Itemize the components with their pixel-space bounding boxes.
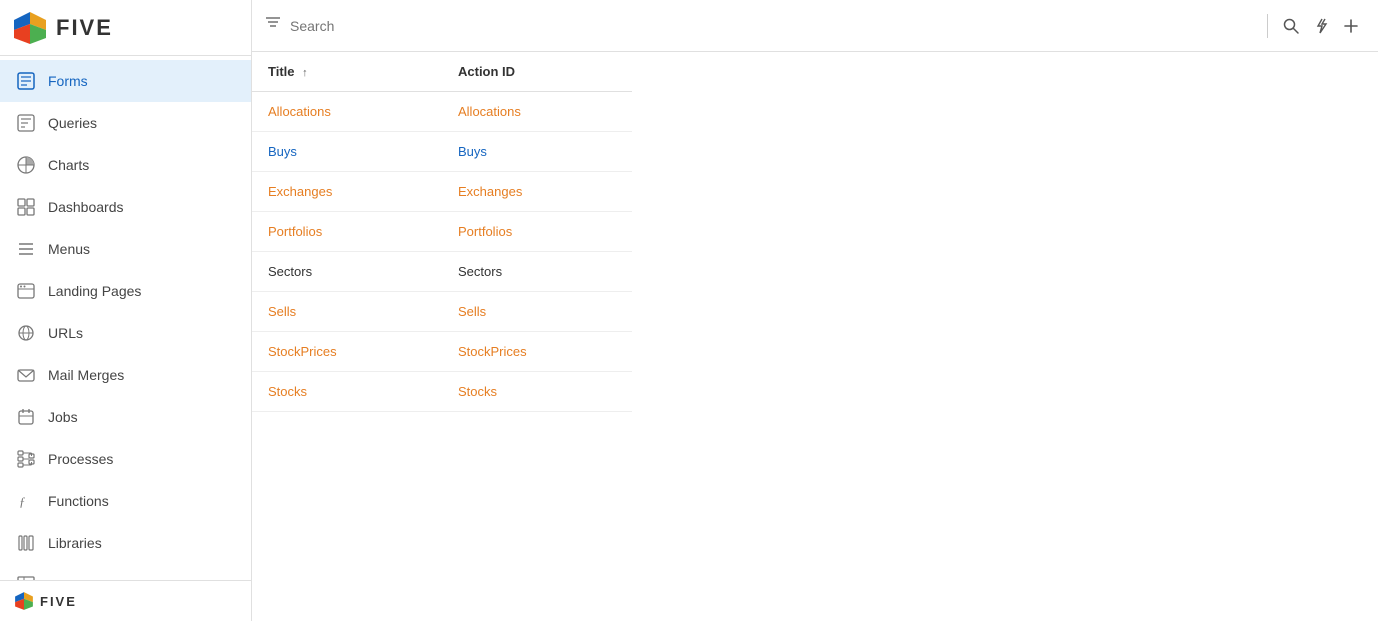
toolbar-divider: [1267, 14, 1268, 38]
sidebar-item-charts[interactable]: Charts: [0, 144, 251, 186]
sidebar-item-tables[interactable]: Tables: [0, 564, 251, 580]
queries-label: Queries: [48, 115, 97, 131]
urls-icon: [14, 321, 38, 345]
sidebar-nav: Forms Queries Charts Dashboards: [0, 56, 251, 580]
mail-merges-label: Mail Merges: [48, 367, 124, 383]
search-icon: [1282, 17, 1300, 35]
table-row[interactable]: Sells Sells: [252, 292, 632, 332]
search-button[interactable]: [1276, 13, 1306, 39]
search-input[interactable]: [290, 18, 1259, 34]
action-id-cell[interactable]: StockPrices: [458, 344, 527, 359]
logo-text: FIVE: [56, 15, 113, 41]
table-row[interactable]: Exchanges Exchanges: [252, 172, 632, 212]
forms-table-container: Title ↑ Action ID Allocations Allocation…: [252, 52, 1378, 621]
jobs-icon: [14, 405, 38, 429]
svg-text:ƒ: ƒ: [19, 494, 26, 509]
action-id-cell[interactable]: Stocks: [458, 384, 497, 399]
forms-label: Forms: [48, 73, 88, 89]
functions-label: Functions: [48, 493, 109, 509]
landing-pages-label: Landing Pages: [48, 283, 141, 299]
action-id-cell[interactable]: Portfolios: [458, 224, 512, 239]
title-cell[interactable]: Exchanges: [268, 184, 332, 199]
title-cell[interactable]: Sells: [268, 304, 296, 319]
sidebar-item-dashboards[interactable]: Dashboards: [0, 186, 251, 228]
title-cell[interactable]: Stocks: [268, 384, 307, 399]
title-cell[interactable]: Allocations: [268, 104, 331, 119]
landing-pages-icon: [14, 279, 38, 303]
add-icon: [1342, 17, 1360, 35]
queries-icon: [14, 111, 38, 135]
title-cell[interactable]: Portfolios: [268, 224, 322, 239]
action-id-cell[interactable]: Buys: [458, 144, 487, 159]
table-row[interactable]: Buys Buys: [252, 132, 632, 172]
jobs-label: Jobs: [48, 409, 78, 425]
column-header-title[interactable]: Title ↑: [252, 52, 442, 92]
forms-icon: [14, 69, 38, 93]
action-id-cell[interactable]: Sells: [458, 304, 486, 319]
logo-icon: [12, 10, 48, 46]
tables-icon: [14, 573, 38, 580]
app-logo: FIVE: [0, 0, 251, 56]
dashboards-label: Dashboards: [48, 199, 124, 215]
add-button[interactable]: [1336, 13, 1366, 39]
title-cell[interactable]: StockPrices: [268, 344, 337, 359]
sort-arrow-title: ↑: [302, 67, 308, 79]
table-row[interactable]: Sectors Sectors: [252, 252, 632, 292]
sidebar-item-mail-merges[interactable]: Mail Merges: [0, 354, 251, 396]
filter-icon: [264, 14, 282, 37]
table-row[interactable]: Stocks Stocks: [252, 372, 632, 412]
toolbar: [252, 0, 1378, 52]
action-id-cell[interactable]: Allocations: [458, 104, 521, 119]
table-row[interactable]: Allocations Allocations: [252, 92, 632, 132]
urls-label: URLs: [48, 325, 83, 341]
mail-merges-icon: [14, 363, 38, 387]
footer-logo-text: FIVE: [40, 594, 77, 609]
sidebar-item-jobs[interactable]: Jobs: [0, 396, 251, 438]
sidebar-footer: FIVE: [0, 580, 251, 621]
footer-logo-icon: [14, 591, 34, 611]
sidebar-item-forms[interactable]: Forms: [0, 60, 251, 102]
dashboards-icon: [14, 195, 38, 219]
functions-icon: ƒ: [14, 489, 38, 513]
libraries-icon: [14, 531, 38, 555]
processes-label: Processes: [48, 451, 113, 467]
charts-icon: [14, 153, 38, 177]
title-cell[interactable]: Buys: [268, 144, 297, 159]
main-content: Title ↑ Action ID Allocations Allocation…: [252, 0, 1378, 621]
column-header-action-id[interactable]: Action ID: [442, 52, 632, 92]
charts-label: Charts: [48, 157, 89, 173]
sidebar-item-libraries[interactable]: Libraries: [0, 522, 251, 564]
forms-table: Title ↑ Action ID Allocations Allocation…: [252, 52, 632, 412]
menus-icon: [14, 237, 38, 261]
processes-icon: [14, 447, 38, 471]
sidebar-item-menus[interactable]: Menus: [0, 228, 251, 270]
sidebar-item-functions[interactable]: ƒ Functions: [0, 480, 251, 522]
libraries-label: Libraries: [48, 535, 102, 551]
title-cell[interactable]: Sectors: [268, 264, 312, 279]
sidebar-item-queries[interactable]: Queries: [0, 102, 251, 144]
lightning-button[interactable]: [1306, 13, 1336, 39]
menus-label: Menus: [48, 241, 90, 257]
sidebar-item-urls[interactable]: URLs: [0, 312, 251, 354]
sidebar-item-processes[interactable]: Processes: [0, 438, 251, 480]
action-id-cell[interactable]: Sectors: [458, 264, 502, 279]
lightning-icon: [1312, 17, 1330, 35]
table-row[interactable]: Portfolios Portfolios: [252, 212, 632, 252]
table-row[interactable]: StockPrices StockPrices: [252, 332, 632, 372]
sidebar: FIVE Forms Queries Charts: [0, 0, 252, 621]
sidebar-item-landing-pages[interactable]: Landing Pages: [0, 270, 251, 312]
action-id-cell[interactable]: Exchanges: [458, 184, 522, 199]
footer-logo: FIVE: [14, 591, 77, 611]
